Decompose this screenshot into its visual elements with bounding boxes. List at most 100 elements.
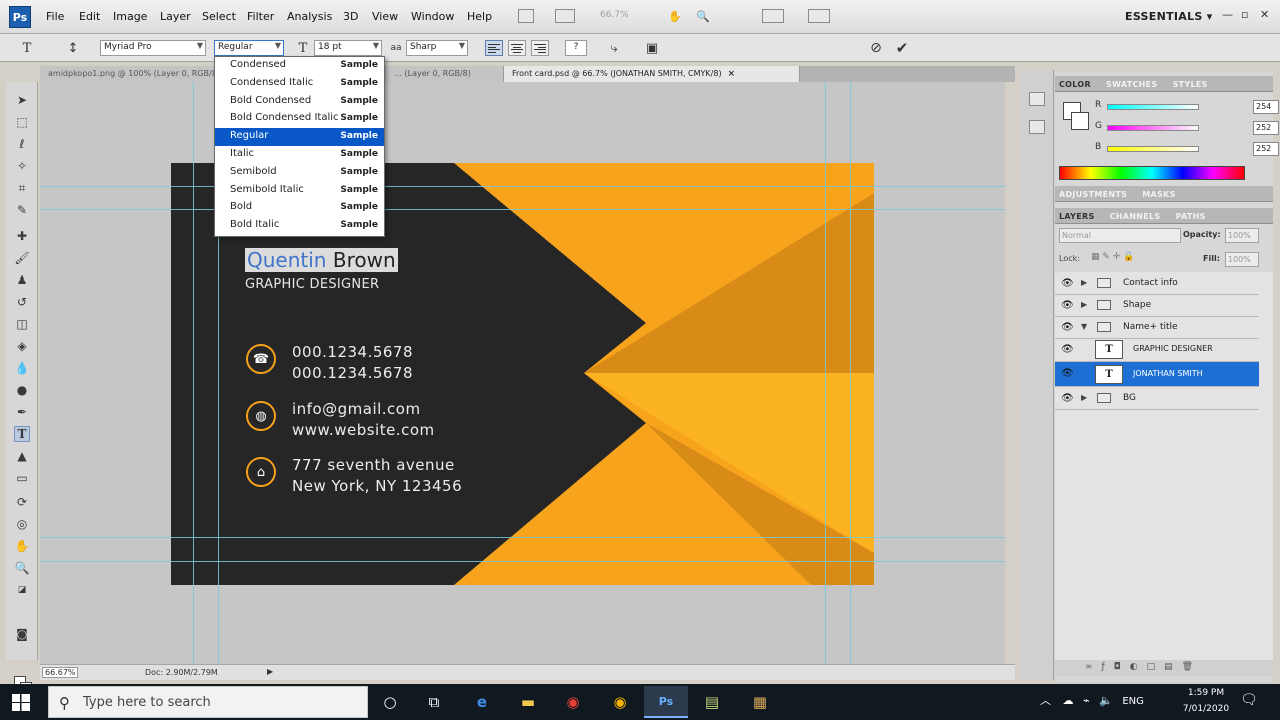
- tab-styles[interactable]: STYLES: [1173, 80, 1208, 89]
- visibility-eye-icon[interactable]: 👁: [1061, 278, 1074, 289]
- edge-icon[interactable]: e: [460, 686, 504, 718]
- antialias-select[interactable]: Sharp ▼: [406, 40, 468, 56]
- pen-tool-icon[interactable]: ✒: [14, 404, 30, 420]
- slider-track[interactable]: [1107, 146, 1199, 152]
- actions-panel-icon[interactable]: [1029, 120, 1045, 134]
- guide-vertical[interactable]: [193, 82, 194, 664]
- blur-tool-icon[interactable]: 💧: [14, 360, 30, 376]
- move-tool-icon[interactable]: ➤: [14, 92, 30, 108]
- card-name[interactable]: Quentin Brown: [245, 248, 398, 272]
- guide-vertical[interactable]: [825, 82, 826, 664]
- shape-tool-icon[interactable]: ▭: [14, 470, 30, 486]
- font-family-select[interactable]: Myriad Pro ▼: [100, 40, 206, 56]
- menu-analysis[interactable]: Analysis: [287, 10, 332, 23]
- cancel-edit-icon[interactable]: ⊘: [867, 39, 885, 57]
- lock-icons[interactable]: ▦ ✎ ✛ 🔒: [1091, 252, 1134, 262]
- menu-image[interactable]: Image: [113, 10, 147, 23]
- font-style-option[interactable]: Italic Sample: [215, 146, 384, 164]
- align-left-button[interactable]: [485, 40, 503, 56]
- menu-help[interactable]: Help: [467, 10, 492, 23]
- zoom-tool-icon[interactable]: 🔍: [14, 560, 30, 576]
- restore-button[interactable]: ▫: [1241, 8, 1248, 21]
- extras-icon[interactable]: [808, 9, 830, 23]
- visibility-eye-icon[interactable]: 👁: [1061, 393, 1074, 404]
- zoom-icon[interactable]: 🔍: [696, 10, 710, 23]
- font-style-option[interactable]: Bold Condensed Italic Sample: [215, 110, 384, 128]
- font-style-select[interactable]: Regular ▼: [214, 40, 284, 56]
- arrange-icon[interactable]: [555, 9, 575, 23]
- show-hidden-icons-icon[interactable]: ︿: [1040, 694, 1051, 707]
- photoshop-taskbar-icon[interactable]: Ps: [644, 686, 688, 718]
- clock-time[interactable]: 1:59 PM: [1178, 688, 1234, 698]
- notes-app-icon[interactable]: ▤: [690, 686, 734, 718]
- network-icon[interactable]: ⌁: [1083, 694, 1090, 707]
- guide-horizontal[interactable]: [40, 209, 1005, 210]
- dodge-tool-icon[interactable]: ●: [14, 382, 30, 398]
- task-view-icon[interactable]: ⧉: [412, 686, 456, 718]
- slider-track[interactable]: [1107, 104, 1199, 110]
- font-style-option[interactable]: Semibold Sample: [215, 164, 384, 182]
- text-color-swatch[interactable]: ?: [565, 40, 587, 56]
- notifications-icon[interactable]: 🗨: [1240, 692, 1258, 708]
- color-spectrum-bar[interactable]: [1059, 166, 1245, 180]
- channel-value[interactable]: 254: [1253, 100, 1279, 114]
- type-tool-preset-icon[interactable]: T: [18, 39, 36, 57]
- opacity-field[interactable]: 100%: [1225, 228, 1259, 243]
- clone-stamp-icon[interactable]: ♟: [14, 272, 30, 288]
- quick-mask-icon[interactable]: ◙: [14, 626, 30, 642]
- 3d-rotate-icon[interactable]: ⟳: [14, 494, 30, 510]
- volume-icon[interactable]: 🔈: [1099, 694, 1113, 707]
- marquee-tool-icon[interactable]: ⬚: [14, 114, 30, 130]
- tab-adjustments[interactable]: ADJUSTMENTS: [1059, 190, 1127, 199]
- card-address-2[interactable]: New York, NY 123456: [292, 477, 462, 495]
- layer-jonathan-smith[interactable]: 👁 T JONATHAN SMITH: [1055, 362, 1259, 387]
- layer-group-contact-info[interactable]: 👁 ▶ Contact info: [1055, 272, 1259, 295]
- layer-graphic-designer[interactable]: 👁 T GRAPHIC DESIGNER: [1055, 338, 1259, 362]
- language-indicator[interactable]: ENG: [1122, 696, 1144, 707]
- healing-brush-icon[interactable]: ✚: [14, 228, 30, 244]
- card-job-title[interactable]: GRAPHIC DESIGNER: [245, 277, 379, 292]
- windows-start-icon[interactable]: [12, 694, 30, 711]
- tab-front-card[interactable]: Front card.psd @ 66.7% (JONATHAN SMITH, …: [504, 66, 800, 82]
- visibility-eye-icon[interactable]: 👁: [1061, 368, 1074, 379]
- cortana-icon[interactable]: ○: [368, 686, 412, 718]
- blend-mode-select[interactable]: Normal: [1059, 228, 1181, 243]
- card-website[interactable]: www.website.com: [292, 421, 435, 439]
- menu-view[interactable]: View: [372, 10, 398, 23]
- hand-tool-icon[interactable]: ✋: [14, 538, 30, 554]
- recorder-app-icon[interactable]: ▦: [738, 686, 782, 718]
- menu-edit[interactable]: Edit: [79, 10, 100, 23]
- collapse-arrow-icon[interactable]: ▼: [1081, 322, 1087, 331]
- default-colors-icon[interactable]: ◪: [14, 582, 30, 598]
- card-address-1[interactable]: 777 seventh avenue: [292, 456, 455, 474]
- text-orientation-icon[interactable]: ↕: [64, 39, 82, 57]
- history-panel-icon[interactable]: [1029, 92, 1045, 106]
- expand-arrow-icon[interactable]: ▶: [1081, 278, 1087, 287]
- visibility-eye-icon[interactable]: 👁: [1061, 300, 1074, 311]
- 3d-orbit-icon[interactable]: ◎: [14, 516, 30, 532]
- type-tool-icon[interactable]: T: [14, 426, 30, 442]
- gradient-tool-icon[interactable]: ◈: [14, 338, 30, 354]
- expand-arrow-icon[interactable]: ▶: [1081, 393, 1087, 402]
- font-style-option[interactable]: Bold Sample: [215, 199, 384, 217]
- menu-select[interactable]: Select: [202, 10, 236, 23]
- path-select-icon[interactable]: ▲: [14, 448, 30, 464]
- guide-horizontal[interactable]: [40, 561, 1005, 562]
- visibility-eye-icon[interactable]: 👁: [1061, 322, 1074, 333]
- quick-select-icon[interactable]: ✧: [14, 158, 30, 174]
- font-size-field[interactable]: 18 pt ▼: [314, 40, 382, 56]
- menu-file[interactable]: File: [46, 10, 64, 23]
- font-style-option[interactable]: Semibold Italic Sample: [215, 182, 384, 200]
- close-tab-icon[interactable]: ×: [728, 69, 736, 79]
- card-phone-2[interactable]: 000.1234.5678: [292, 364, 413, 382]
- layer-group-bg[interactable]: 👁 ▶ BG: [1055, 387, 1259, 410]
- menu-window[interactable]: Window: [411, 10, 454, 23]
- slider-track[interactable]: [1107, 125, 1199, 131]
- channel-value[interactable]: 252: [1253, 142, 1279, 156]
- layer-group-name-title[interactable]: 👁 ▼ Name+ title: [1055, 316, 1259, 339]
- guide-horizontal[interactable]: [40, 186, 1005, 187]
- tab-document-2[interactable]: … (Layer 0, RGB/8): [386, 66, 504, 82]
- expand-arrow-icon[interactable]: ▶: [1081, 300, 1087, 309]
- character-panel-icon[interactable]: ▣: [643, 39, 661, 57]
- channel-value[interactable]: 252: [1253, 121, 1279, 135]
